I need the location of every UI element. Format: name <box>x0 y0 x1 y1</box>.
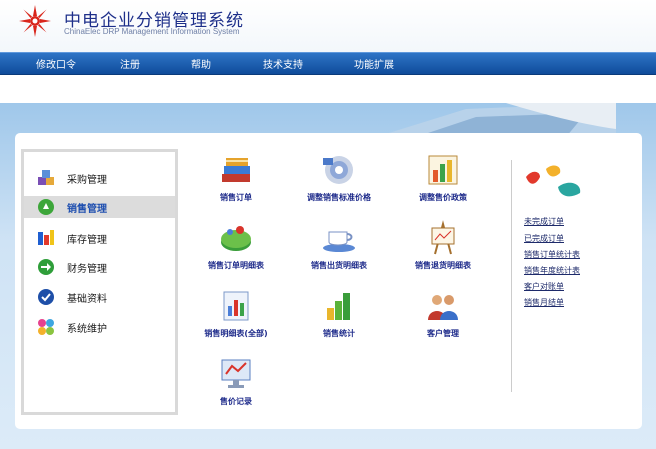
brand-mark-icon <box>526 165 581 197</box>
nav-extensions[interactable]: 功能扩展 <box>354 56 394 71</box>
tile-adjust-price-policy-label: 调整售价政策 <box>419 193 467 202</box>
tile-sales-shipment-detail-label: 销售出货明细表 <box>311 261 367 270</box>
app-subtitle: ChinaElec DRP Management Information Sys… <box>64 27 240 36</box>
arrow-circle-icon <box>38 259 54 275</box>
nav-help[interactable]: 帮助 <box>191 56 211 71</box>
menu-inventory[interactable]: 库存管理 <box>24 227 175 249</box>
menu-sales-label: 销售管理 <box>67 204 107 215</box>
pie-icon <box>221 226 251 251</box>
tile-sales-shipment-detail[interactable]: 销售出货明细表 <box>289 220 389 280</box>
monitor-chart-icon <box>221 359 251 388</box>
app-header: 中电企业分销管理系统 ChinaElec DRP Management Info… <box>0 0 656 52</box>
menu-system-label: 系统维护 <box>67 324 107 335</box>
tile-sales-stats[interactable]: 销售统计 <box>289 288 389 348</box>
header-gap <box>0 75 656 103</box>
nav-change-password[interactable]: 修改口令 <box>36 56 76 71</box>
side-menu: 采购管理 销售管理 库存管理 财务管理 基础资料 系统维护 <box>21 149 178 415</box>
tile-customer-mgmt-label: 客户管理 <box>427 329 459 338</box>
keyboard-banner-image <box>376 103 616 137</box>
tile-adjust-price-policy[interactable]: 调整售价政策 <box>393 152 493 212</box>
tile-sales-return-detail[interactable]: 销售退货明细表 <box>393 220 493 280</box>
chart-icon <box>428 155 458 185</box>
link-unfinished-orders[interactable]: 未完成订单 <box>524 216 564 227</box>
menu-inventory-label: 库存管理 <box>67 235 107 246</box>
sales-icon <box>38 199 54 215</box>
report-icon <box>223 291 249 321</box>
menu-system[interactable]: 系统维护 <box>24 316 175 338</box>
people-icon <box>428 295 458 320</box>
tile-price-record-label: 售价记录 <box>220 397 252 406</box>
link-customer-statement[interactable]: 客户对账单 <box>524 281 564 292</box>
logo-icon <box>19 5 51 37</box>
menu-finance-label: 财务管理 <box>67 264 107 275</box>
menu-finance[interactable]: 财务管理 <box>24 256 175 278</box>
tile-adjust-std-price-label: 调整销售标准价格 <box>307 193 371 202</box>
cup-icon <box>323 231 355 252</box>
nav-register[interactable]: 注册 <box>120 56 140 71</box>
tile-sales-order-detail[interactable]: 销售订单明细表 <box>186 220 286 280</box>
tile-adjust-std-price[interactable]: 调整销售标准价格 <box>289 152 389 212</box>
books-icon <box>222 158 250 182</box>
tile-customer-mgmt[interactable]: 客户管理 <box>393 288 493 348</box>
link-yearly-stats[interactable]: 销售年度统计表 <box>524 265 580 276</box>
inventory-icon <box>38 230 54 245</box>
puzzle-icon <box>38 319 54 335</box>
link-order-stats[interactable]: 销售订单统计表 <box>524 249 580 260</box>
easel-icon <box>431 220 455 255</box>
boxes-icon <box>38 170 54 185</box>
top-nav: 修改口令 注册 帮助 技术支持 功能扩展 <box>0 52 656 75</box>
tile-sales-detail-all-label: 销售明细表(全部) <box>204 329 268 338</box>
tile-sales-order-detail-label: 销售订单明细表 <box>208 261 264 270</box>
menu-basic-data-label: 基础资料 <box>67 294 107 305</box>
menu-purchase[interactable]: 采购管理 <box>24 167 175 189</box>
disc-icon <box>323 156 353 184</box>
tile-price-record[interactable]: 售价记录 <box>186 356 286 416</box>
panel-divider <box>511 160 512 392</box>
menu-purchase-label: 采购管理 <box>67 175 107 186</box>
tile-sales-order[interactable]: 销售订单 <box>186 152 286 212</box>
tile-sales-return-detail-label: 销售退货明细表 <box>415 261 471 270</box>
menu-sales[interactable]: 销售管理 <box>24 196 175 218</box>
bar-chart-icon <box>327 293 350 320</box>
tile-sales-order-label: 销售订单 <box>220 193 252 202</box>
tile-sales-stats-label: 销售统计 <box>323 329 355 338</box>
nav-tech-support[interactable]: 技术支持 <box>263 56 303 71</box>
link-finished-orders[interactable]: 已完成订单 <box>524 233 564 244</box>
link-monthly-settlement[interactable]: 销售月结单 <box>524 297 564 308</box>
tile-sales-detail-all[interactable]: 销售明细表(全部) <box>186 288 286 348</box>
check-icon <box>38 289 54 305</box>
menu-basic-data[interactable]: 基础资料 <box>24 286 175 308</box>
